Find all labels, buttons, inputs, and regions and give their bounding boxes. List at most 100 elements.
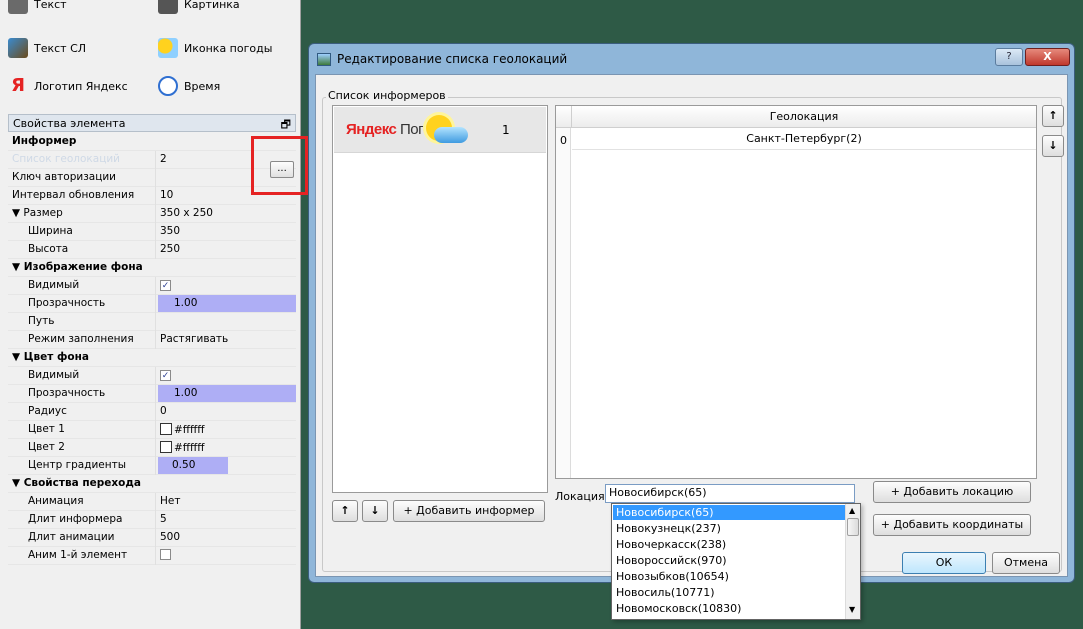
property-key: Список геолокаций xyxy=(12,153,121,165)
property-value[interactable]: Растягивать xyxy=(160,333,228,345)
toolbox-image-item[interactable]: Картинка xyxy=(158,0,240,14)
property-row[interactable]: Видимый ✓ xyxy=(8,367,296,385)
property-row[interactable]: Цвет 1 #ffffff xyxy=(8,421,296,439)
toolbox-label: Картинка xyxy=(184,0,240,11)
color-swatch[interactable] xyxy=(160,441,172,453)
weather-icon xyxy=(158,38,178,58)
list-item[interactable]: Новозыбков(10654) xyxy=(613,569,845,584)
scroll-down-icon[interactable]: ▼ xyxy=(849,605,855,614)
properties-header: Свойства элемента 🗗 xyxy=(8,114,296,132)
toolbox-clock-item[interactable]: Время xyxy=(158,76,220,96)
property-value[interactable]: 10 xyxy=(160,189,173,201)
property-key: Ширина xyxy=(28,225,73,237)
row-down-button[interactable]: ↓ xyxy=(1042,135,1064,157)
toolbox-text-item[interactable]: Текст xyxy=(8,0,67,14)
property-value[interactable]: Нет xyxy=(160,495,180,507)
location-label: Локация xyxy=(555,490,605,503)
help-button[interactable]: ? xyxy=(995,48,1023,66)
list-item[interactable]: Новосибирск(65) xyxy=(613,505,845,520)
app-icon xyxy=(317,53,331,66)
property-row[interactable]: Высота 250 xyxy=(8,241,296,259)
property-value[interactable]: 350 xyxy=(160,225,180,237)
move-informer-down-button[interactable]: ↓ xyxy=(362,500,388,522)
toolbox-label: Текст СЛ xyxy=(34,41,87,55)
yandex-logo-icon: Я xyxy=(11,75,25,96)
toolbox-yandex-item[interactable]: Я Логотип Яндекс xyxy=(8,76,128,96)
opacity-slider[interactable]: 1.00 xyxy=(158,385,296,402)
gradient-center-slider[interactable]: 0.50 xyxy=(158,457,228,474)
property-row[interactable]: Анимация Нет xyxy=(8,493,296,511)
property-key[interactable]: ▼ Размер xyxy=(12,207,63,219)
property-value[interactable]: 350 x 250 xyxy=(160,207,213,219)
visible-checkbox[interactable]: ✓ xyxy=(160,370,171,381)
close-button[interactable]: X xyxy=(1025,48,1070,66)
property-row[interactable]: Аним 1-й элемент xyxy=(8,547,296,565)
ok-button[interactable]: ОК xyxy=(902,552,986,574)
properties-title: Свойства элемента xyxy=(13,117,126,130)
visible-checkbox[interactable]: ✓ xyxy=(160,280,171,291)
row-up-button[interactable]: ↑ xyxy=(1042,105,1064,127)
property-key: Центр градиенты xyxy=(28,459,127,471)
table-corner xyxy=(556,106,571,128)
property-value[interactable]: 250 xyxy=(160,243,180,255)
property-row[interactable]: Прозрачность 1.00 xyxy=(8,385,296,403)
property-row[interactable]: Длит информера 5 xyxy=(8,511,296,529)
property-value[interactable]: #ffffff xyxy=(174,442,205,454)
property-row[interactable]: ▼ Размер 350 x 250 xyxy=(8,205,296,223)
property-row[interactable]: Прозрачность 1.00 xyxy=(8,295,296,313)
property-key: Видимый xyxy=(28,279,80,291)
informer-list[interactable]: Яндекс Погода 1 xyxy=(332,105,548,493)
property-key: Ключ авторизации xyxy=(12,171,117,183)
property-key[interactable]: ▼ Цвет фона xyxy=(12,351,89,363)
property-value[interactable]: #ffffff xyxy=(174,424,205,436)
list-item[interactable]: Новороссийск(970) xyxy=(613,553,845,568)
color-swatch[interactable] xyxy=(160,423,172,435)
informer-item[interactable]: Яндекс Погода 1 xyxy=(334,107,546,153)
property-value[interactable]: 0 xyxy=(160,405,167,417)
property-row[interactable]: Видимый ✓ xyxy=(8,277,296,295)
dialog-titlebar[interactable]: Редактирование списка геолокаций ? X xyxy=(309,44,1074,74)
move-informer-up-button[interactable]: ↑ xyxy=(332,500,358,522)
text-sl-icon xyxy=(8,38,28,58)
property-row[interactable]: Путь xyxy=(8,313,296,331)
scroll-up-icon[interactable]: ▲ xyxy=(849,506,855,515)
list-item[interactable]: Новосиль(10771) xyxy=(613,585,845,600)
property-key: Длит анимации xyxy=(28,531,115,543)
property-group[interactable]: ▼ Изображение фона xyxy=(8,259,296,277)
location-input[interactable]: Новосибирск(65) xyxy=(605,484,855,503)
property-row[interactable]: Длит анимации 500 xyxy=(8,529,296,547)
table-header[interactable]: Геолокация xyxy=(571,106,1036,128)
checkbox[interactable] xyxy=(160,549,171,560)
geolocation-table[interactable]: Геолокация 0 Санкт-Петербург(2) xyxy=(555,105,1037,479)
property-key[interactable]: ▼ Свойства перехода xyxy=(12,477,141,489)
property-row[interactable]: Цвет 2 #ffffff xyxy=(8,439,296,457)
list-item[interactable]: Новокузнецк(237) xyxy=(613,521,845,536)
clock-icon xyxy=(158,76,178,96)
location-suggestions[interactable]: Новосибирск(65) Новокузнецк(237) Новочер… xyxy=(611,503,861,620)
property-key[interactable]: ▼ Изображение фона xyxy=(12,261,143,273)
property-value[interactable]: 5 xyxy=(160,513,167,525)
property-value[interactable]: 500 xyxy=(160,531,180,543)
toolbox-weather-item[interactable]: Иконка погоды xyxy=(158,38,272,58)
property-row[interactable]: Центр градиенты 0.50 xyxy=(8,457,296,475)
toolbox-text-sl-item[interactable]: Текст СЛ xyxy=(8,38,86,58)
property-row[interactable]: Радиус 0 xyxy=(8,403,296,421)
property-key: Длит информера xyxy=(28,513,123,525)
add-informer-button[interactable]: + Добавить информер xyxy=(393,500,545,522)
property-value[interactable]: 2 xyxy=(160,153,167,165)
list-item[interactable]: Новочеркасск(238) xyxy=(613,537,845,552)
table-row[interactable]: Санкт-Петербург(2) xyxy=(572,128,1036,150)
cancel-button[interactable]: Отмена xyxy=(992,552,1060,574)
add-location-button[interactable]: + Добавить локацию xyxy=(873,481,1031,503)
opacity-slider[interactable]: 1.00 xyxy=(158,295,296,312)
property-group[interactable]: ▼ Цвет фона xyxy=(8,349,296,367)
cloud-icon xyxy=(434,127,468,143)
row-index-column xyxy=(556,128,571,478)
list-item[interactable]: Новомосковск(10830) xyxy=(613,601,845,616)
property-row[interactable]: Режим заполнения Растягивать xyxy=(8,331,296,349)
property-row[interactable]: Ширина 350 xyxy=(8,223,296,241)
property-key: Цвет 2 xyxy=(28,441,65,453)
add-coordinates-button[interactable]: + Добавить координаты xyxy=(873,514,1031,536)
property-group[interactable]: ▼ Свойства перехода xyxy=(8,475,296,493)
scrollbar-thumb[interactable] xyxy=(847,518,859,536)
